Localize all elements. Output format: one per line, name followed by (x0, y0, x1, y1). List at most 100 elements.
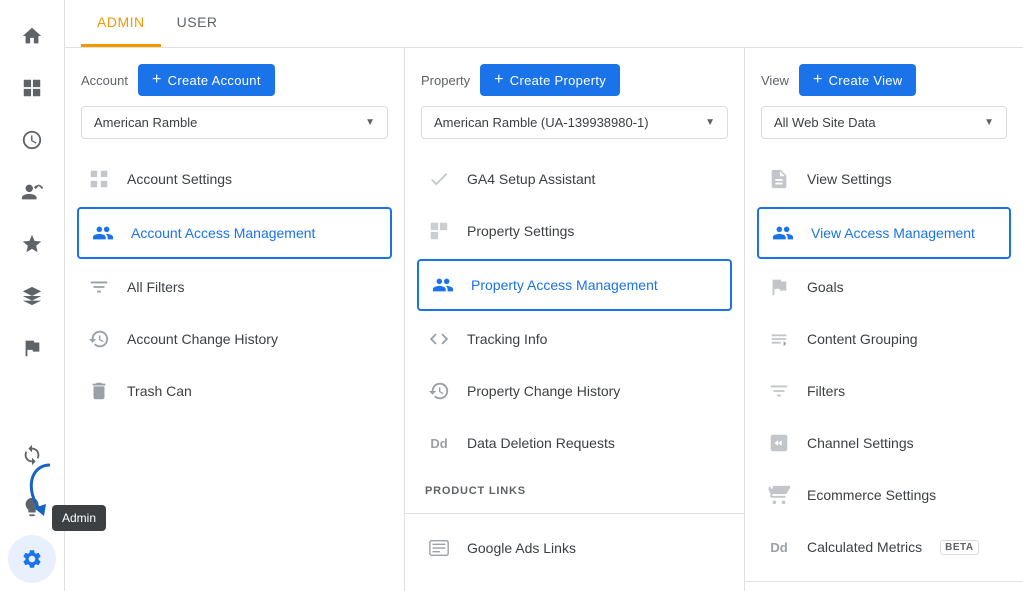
create-property-button[interactable]: + Create Property (480, 64, 620, 96)
beta-badge: BETA (940, 540, 978, 555)
data-deletion-label: Data Deletion Requests (467, 435, 615, 451)
list-item[interactable]: AdSense Links (405, 574, 744, 591)
channel-settings-label: Channel Settings (807, 435, 914, 451)
view-dropdown-value: All Web Site Data (774, 115, 876, 130)
calculated-metrics-icon: Dd (765, 533, 793, 561)
gear-icon[interactable] (8, 535, 56, 583)
chevron-down-icon: ▼ (365, 117, 375, 128)
list-item[interactable]: Property Settings (405, 205, 744, 257)
view-settings-label: View Settings (807, 171, 892, 187)
list-item[interactable]: View Settings (745, 153, 1023, 205)
list-item[interactable]: Property Change History (405, 365, 744, 417)
property-panel: Property + Create Property American Ramb… (405, 48, 745, 591)
product-links-section: PRODUCT LINKS (405, 469, 744, 505)
plus-icon: + (494, 71, 504, 89)
dd-icon: Dd (425, 429, 453, 457)
filter-icon (765, 377, 793, 405)
trash-can-label: Trash Can (127, 383, 192, 399)
list-item[interactable]: Dd Calculated Metrics BETA (745, 521, 1023, 573)
goals-label: Goals (807, 279, 844, 295)
chevron-down-icon: ▼ (705, 117, 715, 128)
create-account-button[interactable]: + Create Account (138, 64, 275, 96)
list-item[interactable]: Ecommerce Settings (745, 469, 1023, 521)
dashboard-icon[interactable] (8, 64, 56, 112)
account-panel-header: Account + Create Account (65, 48, 404, 106)
list-item[interactable]: Account Access Management (77, 207, 392, 259)
history-icon (425, 377, 453, 405)
property-dropdown-value: American Ramble (UA-139938980-1) (434, 115, 649, 130)
star-icon[interactable] (8, 220, 56, 268)
list-item[interactable]: Account Settings (65, 153, 404, 205)
chevron-down-icon: ▼ (984, 117, 994, 128)
check-icon (425, 165, 453, 193)
view-panel-header: View + Create View (745, 48, 1023, 106)
property-items-list: GA4 Setup Assistant Property Settings Pr… (405, 149, 744, 591)
account-panel: Account + Create Account American Ramble… (65, 48, 405, 591)
account-access-mgmt-label: Account Access Management (131, 225, 315, 241)
ecommerce-settings-label: Ecommerce Settings (807, 487, 936, 503)
arrow-indicator (20, 460, 70, 523)
calculated-metrics-label: Calculated Metrics (807, 539, 922, 555)
code-icon (425, 325, 453, 353)
list-item[interactable]: Goals (745, 261, 1023, 313)
view-label: View (761, 73, 789, 88)
filters-label: Filters (807, 383, 845, 399)
google-ads-links-label: Google Ads Links (467, 540, 576, 556)
content-icon (765, 325, 793, 353)
create-property-label: Create Property (510, 73, 606, 88)
view-access-mgmt-label: View Access Management (811, 225, 975, 241)
adsense-icon (425, 586, 453, 591)
list-item[interactable]: Dd Data Deletion Requests (405, 417, 744, 469)
settings-icon (85, 165, 113, 193)
list-item[interactable]: Filters (745, 365, 1023, 417)
cart-icon (765, 481, 793, 509)
tab-user[interactable]: USER (161, 0, 234, 47)
panels-container: Account + Create Account American Ramble… (65, 48, 1023, 591)
view-items-list: View Settings View Access Management Goa… (745, 149, 1023, 591)
list-item[interactable]: Property Access Management (417, 259, 732, 311)
ads-icon (425, 534, 453, 562)
list-item[interactable]: Trash Can (65, 365, 404, 417)
channel-icon (765, 429, 793, 457)
tabs-bar: ADMIN USER (65, 0, 1023, 48)
doc-icon (765, 165, 793, 193)
list-item[interactable]: All Filters (65, 261, 404, 313)
list-item[interactable]: Channel Settings (745, 417, 1023, 469)
people-icon (89, 219, 117, 247)
account-dropdown-value: American Ramble (94, 115, 197, 130)
property-label: Property (421, 73, 470, 88)
sidebar: Admin (0, 0, 65, 591)
property-settings-label: Property Settings (467, 223, 574, 239)
account-dropdown[interactable]: American Ramble ▼ (81, 106, 388, 139)
create-view-label: Create View (829, 73, 903, 88)
create-view-button[interactable]: + Create View (799, 64, 917, 96)
people-icon (429, 271, 457, 299)
list-item[interactable]: Content Grouping (745, 313, 1023, 365)
view-dropdown[interactable]: All Web Site Data ▼ (761, 106, 1007, 139)
clock-icon[interactable] (8, 116, 56, 164)
content-grouping-label: Content Grouping (807, 331, 918, 347)
all-filters-label: All Filters (127, 279, 185, 295)
list-item[interactable]: View Access Management (757, 207, 1011, 259)
property-dropdown[interactable]: American Ramble (UA-139938980-1) ▼ (421, 106, 728, 139)
list-item[interactable]: Google Ads Links (405, 522, 744, 574)
account-items-list: Account Settings Account Access Manageme… (65, 149, 404, 591)
history-icon (85, 325, 113, 353)
account-label: Account (81, 73, 128, 88)
main-content: ADMIN USER Account + Create Account Amer… (65, 0, 1023, 591)
home-icon[interactable] (8, 12, 56, 60)
layers-icon[interactable] (8, 272, 56, 320)
tab-admin[interactable]: ADMIN (81, 0, 161, 47)
account-settings-label: Account Settings (127, 171, 232, 187)
plus-icon: + (152, 71, 162, 89)
list-item[interactable]: Tracking Info (405, 313, 744, 365)
person-expand-icon[interactable] (8, 168, 56, 216)
flag-sidebar-icon[interactable] (8, 324, 56, 372)
list-item[interactable]: GA4 Setup Assistant (405, 153, 744, 205)
account-change-history-label: Account Change History (127, 331, 278, 347)
list-item[interactable]: Account Change History (65, 313, 404, 365)
plus-icon: + (813, 71, 823, 89)
filter-icon (85, 273, 113, 301)
create-account-label: Create Account (168, 73, 261, 88)
property-change-history-label: Property Change History (467, 383, 620, 399)
